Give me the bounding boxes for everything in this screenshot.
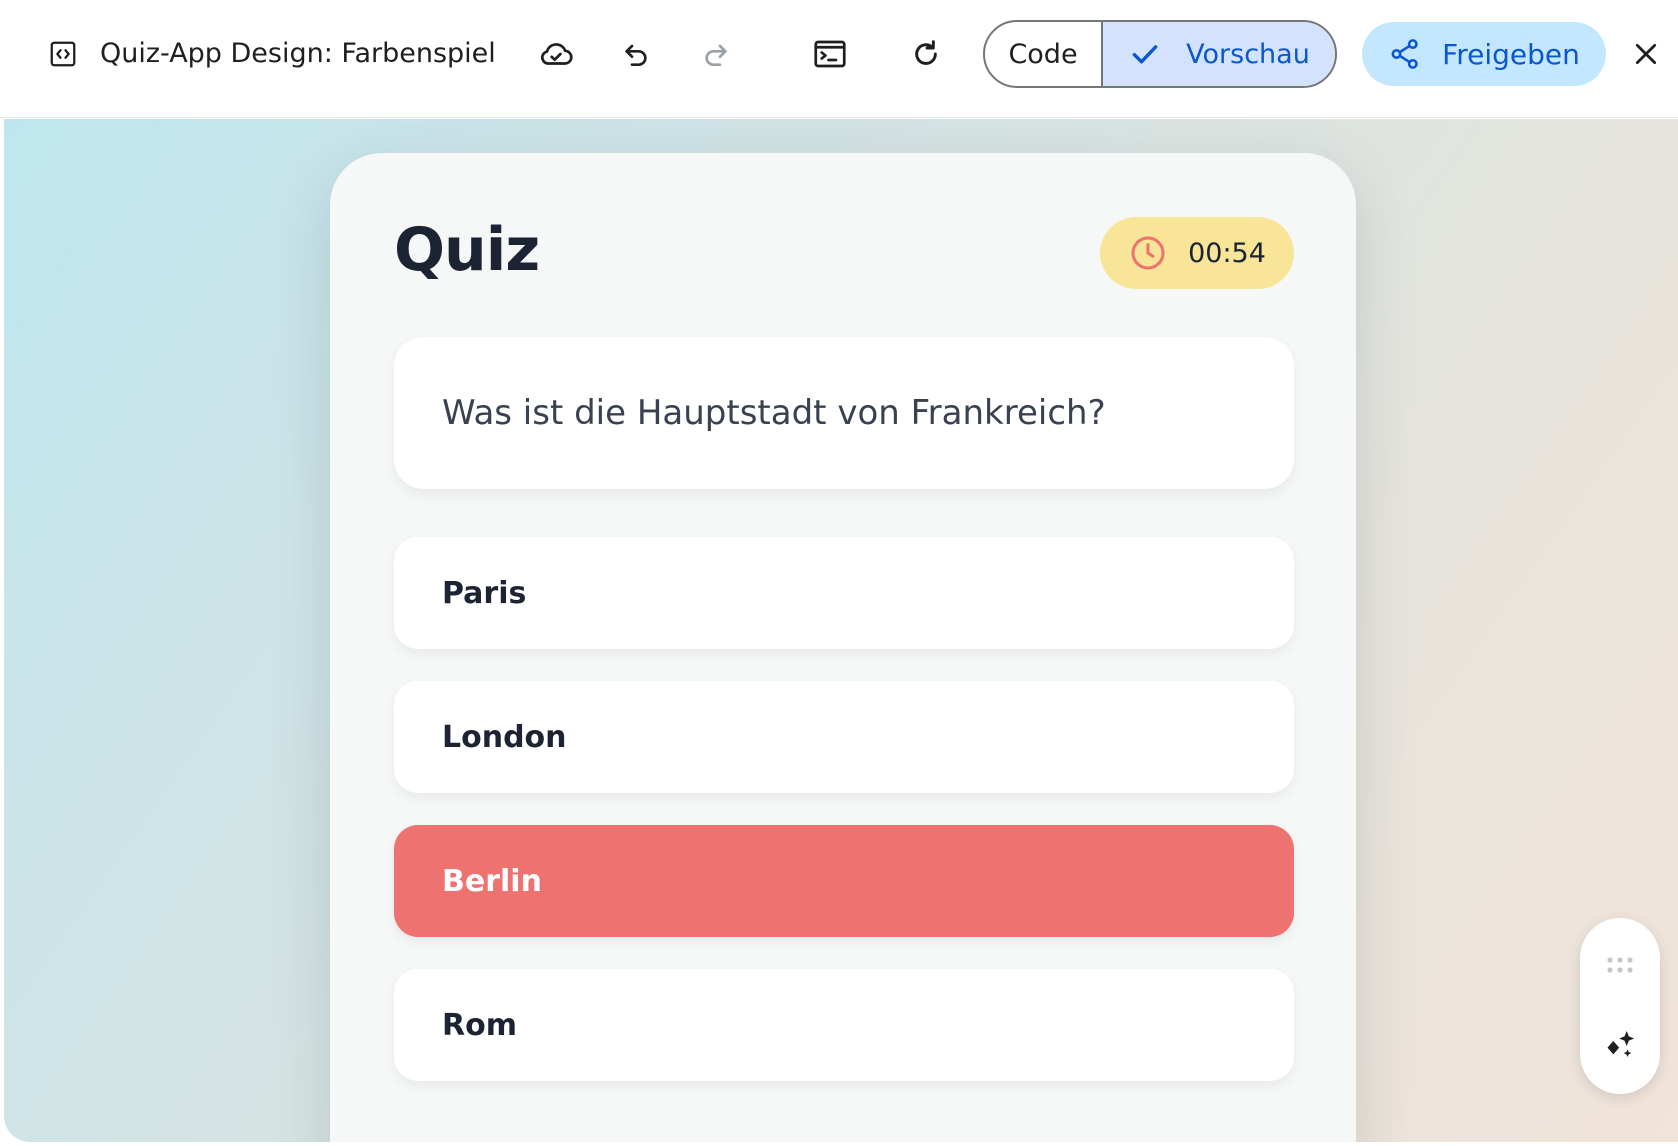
cloud-save-button[interactable]: [528, 26, 584, 82]
undo-button[interactable]: [608, 26, 664, 82]
question-box: Was ist die Hauptstadt von Frankreich?: [394, 337, 1294, 489]
toolbar: Quiz-App Design: Farbenspiel Code Vorsch…: [0, 0, 1678, 118]
sparkle-icon: [1607, 1031, 1635, 1057]
answer-option-berlin[interactable]: Berlin: [394, 825, 1294, 937]
cloud-check-icon: [540, 43, 573, 65]
share-icon: [1391, 39, 1418, 69]
close-button[interactable]: [1618, 26, 1674, 82]
preview-tab[interactable]: Vorschau: [1103, 22, 1335, 86]
refresh-button[interactable]: [898, 26, 954, 82]
checkmark-icon: [1132, 45, 1158, 64]
redo-icon: [705, 44, 727, 66]
code-file-icon: [46, 37, 80, 71]
refresh-icon: [915, 40, 937, 65]
view-toggle: Code Vorschau: [983, 20, 1337, 88]
terminal-button[interactable]: [802, 26, 858, 82]
redo-button[interactable]: [688, 26, 744, 82]
close-icon: [1635, 43, 1657, 65]
terminal-icon: [814, 40, 846, 68]
timer-value: 00:54: [1188, 237, 1266, 269]
answer-label: Rom: [442, 1007, 517, 1043]
question-text: Was ist die Hauptstadt von Frankreich?: [442, 393, 1106, 433]
answer-label: London: [442, 719, 567, 755]
preview-area: Quiz 00:54 Was ist die Hauptstadt von Fr…: [4, 119, 1678, 1142]
document-title: Quiz-App Design: Farbenspiel: [100, 38, 496, 69]
quiz-card: Quiz 00:54 Was ist die Hauptstadt von Fr…: [330, 153, 1356, 1142]
code-tab-label: Code: [1008, 38, 1078, 70]
undo-icon: [625, 44, 647, 66]
preview-tab-label: Vorschau: [1186, 38, 1310, 70]
answer-label: Paris: [442, 575, 527, 611]
ai-assist-button[interactable]: [1596, 1022, 1644, 1070]
clock-icon: [1131, 236, 1165, 270]
code-tab[interactable]: Code: [985, 22, 1103, 86]
drag-handle-icon: [1607, 957, 1633, 973]
answer-option-london[interactable]: London: [394, 681, 1294, 793]
answer-option-paris[interactable]: Paris: [394, 537, 1294, 649]
drag-handle[interactable]: [1602, 954, 1638, 976]
floating-panel: [1580, 918, 1660, 1094]
answer-label: Berlin: [442, 863, 542, 899]
answer-option-rom[interactable]: Rom: [394, 969, 1294, 1081]
share-button[interactable]: Freigeben: [1362, 22, 1606, 86]
quiz-title: Quiz: [394, 215, 540, 285]
timer-badge: 00:54: [1100, 217, 1294, 289]
share-button-label: Freigeben: [1442, 37, 1580, 71]
